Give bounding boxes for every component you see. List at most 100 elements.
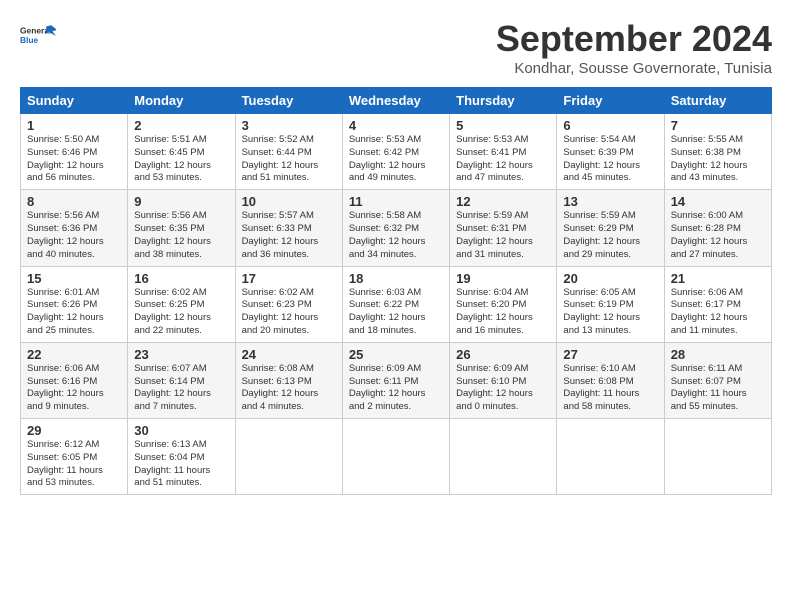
weekday-thursday: Thursday (450, 88, 557, 114)
weekday-header-row: SundayMondayTuesdayWednesdayThursdayFrid… (21, 88, 772, 114)
day-cell: 8Sunrise: 5:56 AM Sunset: 6:36 PM Daylig… (21, 190, 128, 266)
day-info: Sunrise: 5:56 AM Sunset: 6:36 PM Dayligh… (27, 210, 121, 261)
day-number: 1 (27, 118, 121, 133)
day-info: Sunrise: 6:02 AM Sunset: 6:23 PM Dayligh… (242, 287, 336, 338)
day-cell: 28Sunrise: 6:11 AM Sunset: 6:07 PM Dayli… (664, 342, 771, 418)
day-number: 21 (671, 271, 765, 286)
day-number: 25 (349, 347, 443, 362)
day-info: Sunrise: 5:51 AM Sunset: 6:45 PM Dayligh… (134, 134, 228, 185)
day-cell: 26Sunrise: 6:09 AM Sunset: 6:10 PM Dayli… (450, 342, 557, 418)
day-info: Sunrise: 5:59 AM Sunset: 6:29 PM Dayligh… (563, 210, 657, 261)
day-cell: 1Sunrise: 5:50 AM Sunset: 6:46 PM Daylig… (21, 114, 128, 190)
day-cell: 7Sunrise: 5:55 AM Sunset: 6:38 PM Daylig… (664, 114, 771, 190)
day-number: 17 (242, 271, 336, 286)
day-cell: 11Sunrise: 5:58 AM Sunset: 6:32 PM Dayli… (342, 190, 449, 266)
day-info: Sunrise: 6:09 AM Sunset: 6:10 PM Dayligh… (456, 363, 550, 414)
day-info: Sunrise: 5:55 AM Sunset: 6:38 PM Dayligh… (671, 134, 765, 185)
day-info: Sunrise: 6:08 AM Sunset: 6:13 PM Dayligh… (242, 363, 336, 414)
day-cell: 17Sunrise: 6:02 AM Sunset: 6:23 PM Dayli… (235, 266, 342, 342)
day-number: 19 (456, 271, 550, 286)
day-cell: 12Sunrise: 5:59 AM Sunset: 6:31 PM Dayli… (450, 190, 557, 266)
calendar-page: General Blue September 2024 Kondhar, Sou… (0, 0, 792, 505)
day-number: 9 (134, 194, 228, 209)
day-number: 24 (242, 347, 336, 362)
weekday-wednesday: Wednesday (342, 88, 449, 114)
day-cell: 16Sunrise: 6:02 AM Sunset: 6:25 PM Dayli… (128, 266, 235, 342)
day-cell (450, 419, 557, 495)
day-cell: 2Sunrise: 5:51 AM Sunset: 6:45 PM Daylig… (128, 114, 235, 190)
day-number: 26 (456, 347, 550, 362)
day-info: Sunrise: 6:12 AM Sunset: 6:05 PM Dayligh… (27, 439, 121, 490)
day-cell: 19Sunrise: 6:04 AM Sunset: 6:20 PM Dayli… (450, 266, 557, 342)
day-info: Sunrise: 6:13 AM Sunset: 6:04 PM Dayligh… (134, 439, 228, 490)
day-cell: 10Sunrise: 5:57 AM Sunset: 6:33 PM Dayli… (235, 190, 342, 266)
weekday-saturday: Saturday (664, 88, 771, 114)
day-info: Sunrise: 6:11 AM Sunset: 6:07 PM Dayligh… (671, 363, 765, 414)
day-cell (342, 419, 449, 495)
day-info: Sunrise: 5:59 AM Sunset: 6:31 PM Dayligh… (456, 210, 550, 261)
day-number: 7 (671, 118, 765, 133)
header: General Blue September 2024 Kondhar, Sou… (20, 18, 772, 77)
day-number: 22 (27, 347, 121, 362)
logo: General Blue (20, 18, 56, 54)
day-info: Sunrise: 6:02 AM Sunset: 6:25 PM Dayligh… (134, 287, 228, 338)
day-cell (235, 419, 342, 495)
day-cell: 4Sunrise: 5:53 AM Sunset: 6:42 PM Daylig… (342, 114, 449, 190)
day-info: Sunrise: 6:10 AM Sunset: 6:08 PM Dayligh… (563, 363, 657, 414)
day-number: 23 (134, 347, 228, 362)
day-number: 14 (671, 194, 765, 209)
week-row-2: 8Sunrise: 5:56 AM Sunset: 6:36 PM Daylig… (21, 190, 772, 266)
day-info: Sunrise: 5:54 AM Sunset: 6:39 PM Dayligh… (563, 134, 657, 185)
day-cell: 23Sunrise: 6:07 AM Sunset: 6:14 PM Dayli… (128, 342, 235, 418)
day-cell: 29Sunrise: 6:12 AM Sunset: 6:05 PM Dayli… (21, 419, 128, 495)
day-cell: 24Sunrise: 6:08 AM Sunset: 6:13 PM Dayli… (235, 342, 342, 418)
day-number: 8 (27, 194, 121, 209)
day-info: Sunrise: 5:57 AM Sunset: 6:33 PM Dayligh… (242, 210, 336, 261)
day-cell: 5Sunrise: 5:53 AM Sunset: 6:41 PM Daylig… (450, 114, 557, 190)
week-row-4: 22Sunrise: 6:06 AM Sunset: 6:16 PM Dayli… (21, 342, 772, 418)
day-number: 11 (349, 194, 443, 209)
day-cell: 13Sunrise: 5:59 AM Sunset: 6:29 PM Dayli… (557, 190, 664, 266)
day-number: 5 (456, 118, 550, 133)
day-info: Sunrise: 6:06 AM Sunset: 6:16 PM Dayligh… (27, 363, 121, 414)
day-cell (664, 419, 771, 495)
logo-icon: General Blue (20, 18, 56, 54)
day-number: 12 (456, 194, 550, 209)
day-info: Sunrise: 5:53 AM Sunset: 6:42 PM Dayligh… (349, 134, 443, 185)
weekday-sunday: Sunday (21, 88, 128, 114)
day-cell: 18Sunrise: 6:03 AM Sunset: 6:22 PM Dayli… (342, 266, 449, 342)
day-number: 16 (134, 271, 228, 286)
weekday-tuesday: Tuesday (235, 88, 342, 114)
day-number: 27 (563, 347, 657, 362)
day-number: 28 (671, 347, 765, 362)
day-info: Sunrise: 5:56 AM Sunset: 6:35 PM Dayligh… (134, 210, 228, 261)
day-number: 10 (242, 194, 336, 209)
day-info: Sunrise: 5:50 AM Sunset: 6:46 PM Dayligh… (27, 134, 121, 185)
day-number: 13 (563, 194, 657, 209)
day-info: Sunrise: 6:09 AM Sunset: 6:11 PM Dayligh… (349, 363, 443, 414)
day-number: 15 (27, 271, 121, 286)
day-info: Sunrise: 6:03 AM Sunset: 6:22 PM Dayligh… (349, 287, 443, 338)
day-number: 30 (134, 423, 228, 438)
day-cell: 21Sunrise: 6:06 AM Sunset: 6:17 PM Dayli… (664, 266, 771, 342)
day-cell: 14Sunrise: 6:00 AM Sunset: 6:28 PM Dayli… (664, 190, 771, 266)
weekday-monday: Monday (128, 88, 235, 114)
day-cell: 30Sunrise: 6:13 AM Sunset: 6:04 PM Dayli… (128, 419, 235, 495)
title-section: September 2024 Kondhar, Sousse Governora… (496, 18, 772, 77)
day-number: 3 (242, 118, 336, 133)
calendar-table: SundayMondayTuesdayWednesdayThursdayFrid… (20, 87, 772, 495)
week-row-3: 15Sunrise: 6:01 AM Sunset: 6:26 PM Dayli… (21, 266, 772, 342)
day-info: Sunrise: 6:06 AM Sunset: 6:17 PM Dayligh… (671, 287, 765, 338)
weekday-friday: Friday (557, 88, 664, 114)
day-cell: 22Sunrise: 6:06 AM Sunset: 6:16 PM Dayli… (21, 342, 128, 418)
week-row-1: 1Sunrise: 5:50 AM Sunset: 6:46 PM Daylig… (21, 114, 772, 190)
day-info: Sunrise: 6:07 AM Sunset: 6:14 PM Dayligh… (134, 363, 228, 414)
day-cell: 6Sunrise: 5:54 AM Sunset: 6:39 PM Daylig… (557, 114, 664, 190)
day-info: Sunrise: 6:05 AM Sunset: 6:19 PM Dayligh… (563, 287, 657, 338)
day-number: 20 (563, 271, 657, 286)
location: Kondhar, Sousse Governorate, Tunisia (496, 60, 772, 77)
day-cell: 27Sunrise: 6:10 AM Sunset: 6:08 PM Dayli… (557, 342, 664, 418)
day-cell: 9Sunrise: 5:56 AM Sunset: 6:35 PM Daylig… (128, 190, 235, 266)
day-number: 6 (563, 118, 657, 133)
day-info: Sunrise: 5:58 AM Sunset: 6:32 PM Dayligh… (349, 210, 443, 261)
